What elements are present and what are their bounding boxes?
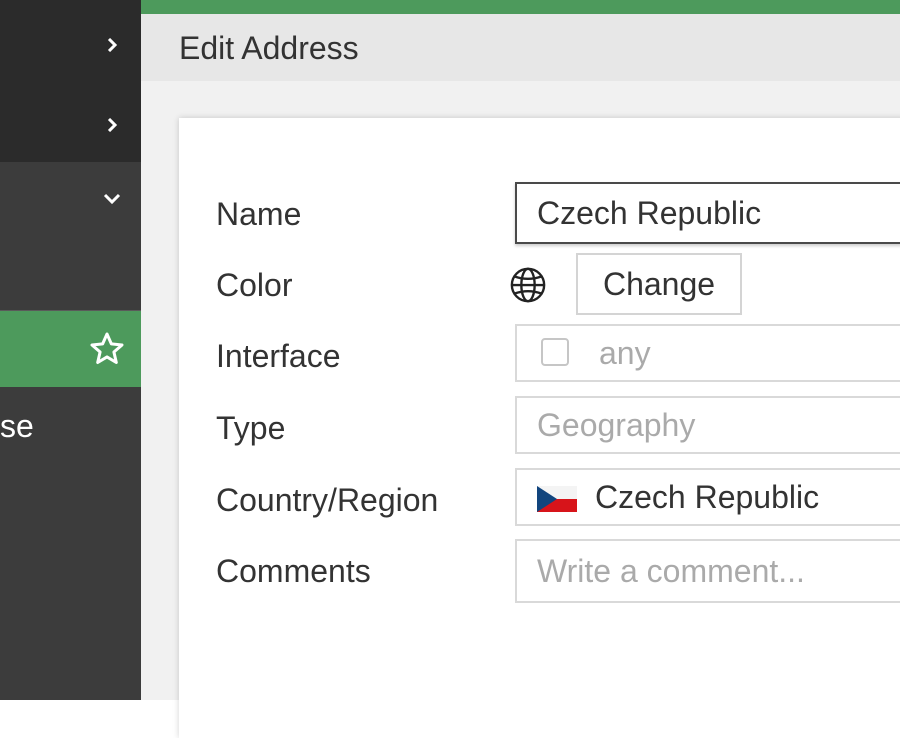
chevron-right-icon (107, 38, 118, 52)
content-area: Name Czech Republic Color Change Interfa… (141, 81, 900, 738)
interface-value: any (599, 335, 651, 371)
sidebar-item-1[interactable] (0, 0, 141, 88)
type-label: Type (216, 410, 286, 446)
top-accent-bar (141, 0, 900, 14)
country-region-select[interactable]: Czech Republic (515, 468, 900, 526)
type-value: Geography (537, 407, 696, 443)
globe-icon (510, 267, 546, 303)
czech-flag-icon (537, 486, 577, 512)
edit-address-form: Name Czech Republic Color Change Interfa… (179, 118, 900, 738)
country-region-label: Country/Region (216, 482, 439, 518)
comments-placeholder: Write a comment... (537, 553, 805, 589)
name-label: Name (216, 196, 302, 232)
name-input-value: Czech Republic (537, 195, 762, 231)
title-bar: Edit Address (141, 14, 900, 81)
country-region-value: Czech Republic (595, 479, 820, 515)
sidebar-item-3[interactable] (0, 162, 141, 310)
name-input[interactable]: Czech Republic (515, 182, 900, 244)
sidebar-item-label[interactable]: se (0, 404, 34, 448)
interface-select[interactable]: any (515, 324, 900, 382)
chevron-down-icon (103, 193, 121, 205)
sidebar-item-2[interactable] (0, 88, 141, 162)
change-color-button[interactable]: Change (576, 253, 742, 315)
comments-label: Comments (216, 553, 371, 589)
interface-any-checkbox[interactable] (541, 338, 569, 366)
interface-label: Interface (216, 338, 341, 374)
sidebar: se (0, 0, 141, 700)
chevron-right-icon (107, 118, 118, 132)
sidebar-item-active[interactable] (0, 311, 141, 387)
comments-textarea[interactable]: Write a comment... (515, 539, 900, 603)
star-icon[interactable] (88, 331, 126, 367)
color-label: Color (216, 267, 293, 303)
page-title: Edit Address (179, 30, 359, 66)
type-field: Geography (515, 396, 900, 454)
